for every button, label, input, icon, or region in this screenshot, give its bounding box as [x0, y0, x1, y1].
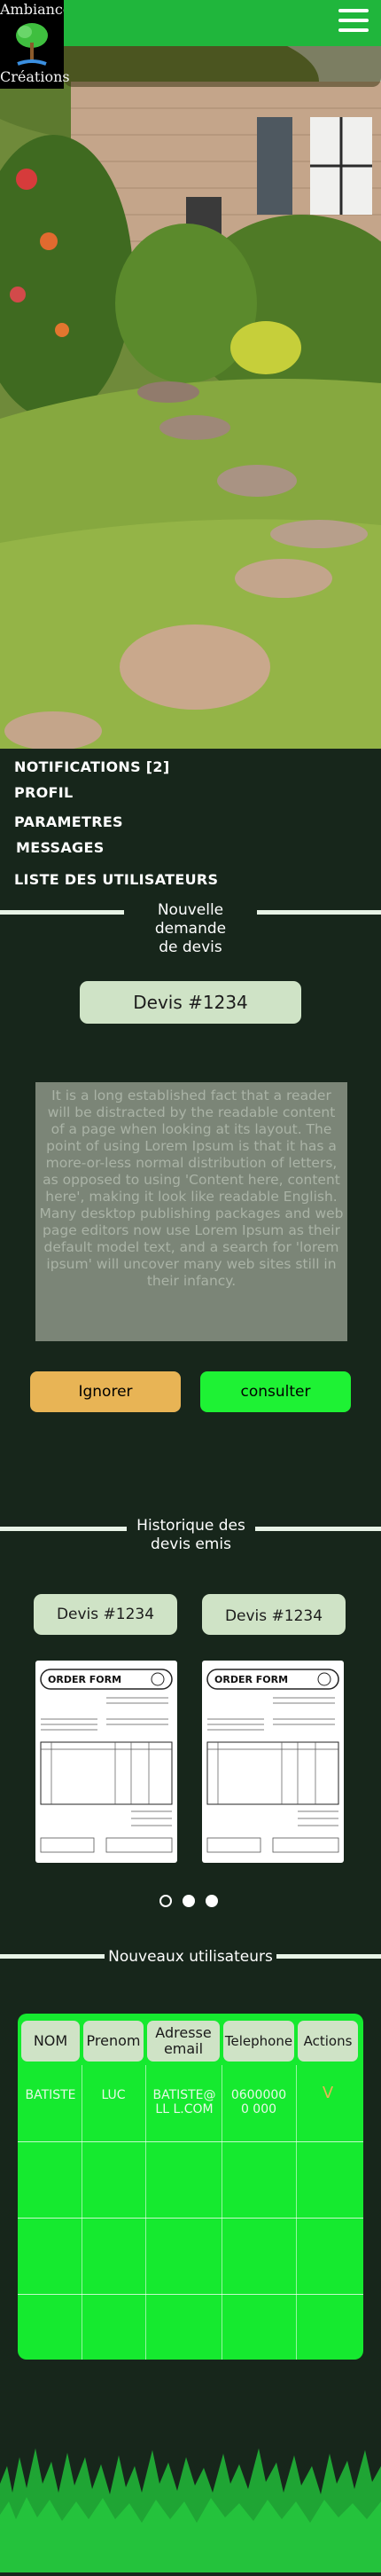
column-header-telephone[interactable]: Telephone	[223, 2021, 294, 2062]
cell-nom: BATISTE	[25, 2088, 76, 2102]
carousel-dot[interactable]	[183, 1895, 195, 1907]
row-divider	[18, 2294, 363, 2295]
row-divider	[18, 2218, 363, 2219]
order-form-thumbnail[interactable]: ORDER FORM	[202, 1661, 344, 1863]
column-divider	[296, 2065, 297, 2360]
logo-text-top: Ambiance	[0, 1, 72, 18]
column-header-nom[interactable]: NOM	[21, 2021, 80, 2062]
order-form-thumbnail[interactable]: ORDER FORM	[35, 1661, 177, 1863]
request-description: It is a long established fact that a rea…	[35, 1082, 347, 1341]
cell-prenom: LUC	[101, 2088, 126, 2102]
logo-text-bottom: Créations	[0, 68, 70, 85]
tree-icon	[16, 23, 48, 66]
row-divider	[18, 2141, 363, 2142]
menu-item-notifications[interactable]: NOTIFICATIONS [2]	[14, 758, 169, 775]
section-divider-left	[0, 1954, 105, 1959]
carousel-dot-active[interactable]	[159, 1895, 172, 1907]
history-card-label[interactable]: Devis #1234	[34, 1594, 177, 1635]
order-form-title: ORDER FORM	[48, 1674, 122, 1685]
history-card-label[interactable]: Devis #1234	[202, 1594, 346, 1635]
menu-item-parametres[interactable]: PARAMETRES	[14, 813, 123, 830]
devis-badge[interactable]: Devis #1234	[80, 981, 301, 1024]
section-divider-left	[0, 910, 124, 915]
consult-button[interactable]: consulter	[200, 1371, 351, 1412]
grass-footer-decoration	[0, 2431, 381, 2572]
top-bar	[64, 0, 381, 46]
carousel-dot[interactable]	[206, 1895, 218, 1907]
section-divider-right	[276, 1954, 381, 1959]
cell-email: BATISTE@LL L.COM	[152, 2088, 216, 2117]
order-form-title: ORDER FORM	[214, 1674, 289, 1685]
ignore-button[interactable]: Ignorer	[30, 1371, 181, 1412]
logo[interactable]: Ambiance Créations	[0, 0, 72, 89]
section-divider-right	[257, 910, 381, 915]
column-header-prenom[interactable]: Prenom	[83, 2021, 144, 2062]
column-divider	[145, 2065, 146, 2360]
section-title-history: Historique des devis emis	[136, 1517, 245, 1553]
header-shadow-strip	[64, 46, 381, 87]
column-header-email[interactable]: Adresse email	[147, 2021, 220, 2062]
column-header-actions[interactable]: Actions	[298, 2021, 358, 2062]
menu-item-users[interactable]: LISTE DES UTILISATEURS	[14, 871, 218, 888]
validate-action-icon[interactable]: V	[298, 2085, 358, 2101]
section-divider-right	[255, 1527, 381, 1531]
users-table: NOM Prenom Adresse email Telephone Actio…	[18, 2014, 363, 2360]
hero-image	[0, 46, 381, 749]
hamburger-menu-icon[interactable]	[338, 9, 369, 35]
menu-item-profil[interactable]: PROFIL	[14, 784, 74, 801]
section-title-new-request: Nouvelle demande de devis	[154, 901, 227, 956]
cell-telephone: 06000000 000	[230, 2088, 287, 2117]
menu-item-messages[interactable]: MESSAGES	[16, 839, 105, 856]
section-title-users: Nouveaux utilisateurs	[108, 1948, 273, 1966]
section-divider-left	[0, 1527, 127, 1531]
